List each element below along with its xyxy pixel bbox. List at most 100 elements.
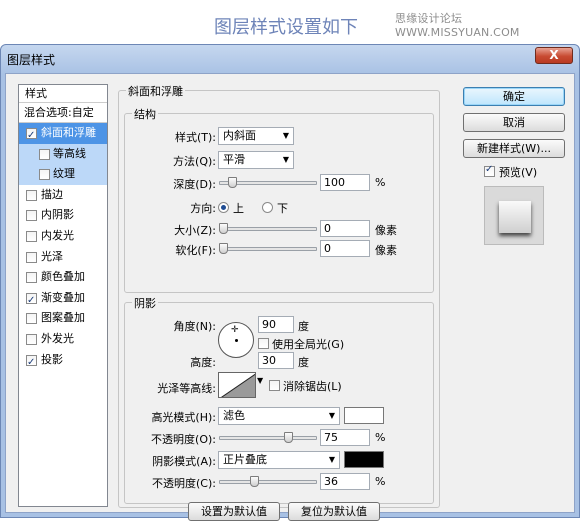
- altitude-label: 高度:: [190, 356, 216, 369]
- chevron-down-icon: ▼: [328, 411, 335, 420]
- style-item[interactable]: 内阴影: [19, 205, 107, 226]
- soften-slider[interactable]: [219, 243, 317, 254]
- contour-dropdown-icon[interactable]: ▼: [257, 376, 263, 385]
- gloss-contour-picker[interactable]: [218, 372, 256, 398]
- shadow-color-swatch[interactable]: [344, 451, 384, 468]
- highlight-opacity-label: 不透明度(O):: [151, 433, 216, 446]
- style-item[interactable]: 内发光: [19, 226, 107, 247]
- dialog-body: 样式 混合选项:自定 斜面和浮雕等高线纹理描边内阴影内发光光泽颜色叠加渐变叠加图…: [5, 73, 575, 521]
- cancel-button[interactable]: 取消: [463, 113, 565, 132]
- structure-title: 结构: [132, 106, 158, 122]
- shadow-opacity-slider[interactable]: [219, 476, 317, 487]
- gloss-contour-label: 光泽等高线:: [157, 382, 216, 395]
- style-item[interactable]: 等高线: [19, 143, 107, 165]
- altitude-input[interactable]: 30: [258, 352, 294, 369]
- styles-list: 样式 混合选项:自定 斜面和浮雕等高线纹理描边内阴影内发光光泽颜色叠加渐变叠加图…: [18, 84, 108, 507]
- style-select[interactable]: 内斜面 ▼: [218, 127, 294, 145]
- blend-options-item[interactable]: 混合选项:自定: [19, 103, 107, 123]
- preview-checkbox[interactable]: [484, 164, 495, 177]
- angle-dial-center: [235, 339, 238, 342]
- style-item-checkbox[interactable]: [26, 313, 37, 325]
- size-input[interactable]: 0: [320, 220, 370, 237]
- style-item[interactable]: 渐变叠加: [19, 288, 107, 311]
- style-item-label: 纹理: [53, 167, 75, 181]
- shadow-opacity-unit: %: [375, 475, 386, 488]
- global-light-label: 使用全局光(G): [272, 338, 345, 351]
- style-item-checkbox[interactable]: [26, 210, 37, 222]
- style-item-label: 外发光: [41, 331, 74, 345]
- style-item-checkbox[interactable]: [26, 189, 37, 201]
- style-item[interactable]: 外发光: [19, 329, 107, 350]
- style-item-checkbox[interactable]: [26, 333, 37, 345]
- highlight-mode-value: 滤色: [223, 409, 245, 422]
- altitude-unit: 度: [298, 356, 309, 369]
- depth-slider[interactable]: [219, 177, 317, 188]
- style-item-checkbox[interactable]: [39, 169, 50, 181]
- chevron-down-icon: ▼: [328, 455, 335, 464]
- shadow-opacity-thumb[interactable]: [250, 476, 260, 487]
- style-item-checkbox[interactable]: [39, 148, 50, 160]
- style-item-checkbox[interactable]: [26, 126, 37, 146]
- soften-input[interactable]: 0: [320, 240, 370, 257]
- preview-square: [499, 201, 531, 233]
- make-default-button[interactable]: 设置为默认值: [188, 502, 280, 521]
- global-light-checkbox[interactable]: [258, 338, 269, 349]
- style-item-checkbox[interactable]: [26, 230, 37, 242]
- angle-input[interactable]: 90: [258, 316, 294, 333]
- soften-label: 软化(F):: [175, 244, 216, 257]
- direction-down-radio[interactable]: [262, 202, 273, 213]
- soften-slider-thumb[interactable]: [219, 243, 228, 254]
- direction-up-label: 上: [233, 202, 244, 215]
- anti-alias-checkbox[interactable]: [269, 380, 280, 391]
- soften-unit: 像素: [375, 244, 397, 257]
- close-button[interactable]: X: [535, 47, 573, 64]
- highlight-opacity-slider[interactable]: [219, 432, 317, 443]
- banner-title: 图层样式设置如下: [214, 17, 358, 38]
- shadow-opacity-input[interactable]: 36: [320, 473, 370, 490]
- highlight-mode-select[interactable]: 滤色 ▼: [218, 407, 340, 425]
- technique-label: 方法(Q):: [173, 155, 216, 168]
- style-item[interactable]: 纹理: [19, 164, 107, 185]
- style-item[interactable]: 颜色叠加: [19, 267, 107, 288]
- style-item[interactable]: 斜面和浮雕: [19, 123, 107, 146]
- size-slider[interactable]: [219, 223, 317, 234]
- shadow-mode-select[interactable]: 正片叠底 ▼: [218, 451, 340, 469]
- depth-unit: %: [375, 176, 386, 189]
- highlight-color-swatch[interactable]: [344, 407, 384, 424]
- technique-select-value: 平滑: [223, 153, 245, 166]
- chevron-down-icon: ▼: [282, 131, 289, 140]
- style-item-checkbox[interactable]: [26, 251, 37, 263]
- style-item[interactable]: 图案叠加: [19, 308, 107, 329]
- style-item-checkbox[interactable]: [26, 291, 37, 311]
- styles-header[interactable]: 样式: [19, 85, 107, 103]
- style-item-label: 等高线: [53, 146, 86, 160]
- style-item-label: 内阴影: [41, 208, 74, 222]
- ok-button[interactable]: 确定: [463, 87, 565, 106]
- angle-dial[interactable]: ✛: [218, 322, 254, 358]
- size-label: 大小(Z):: [174, 224, 216, 237]
- angle-label: 角度(N):: [173, 320, 216, 333]
- shadow-mode-value: 正片叠底: [223, 453, 267, 466]
- highlight-opacity-thumb[interactable]: [284, 432, 294, 443]
- style-item[interactable]: 描边: [19, 185, 107, 206]
- style-item-checkbox[interactable]: [26, 272, 37, 284]
- depth-slider-thumb[interactable]: [227, 177, 237, 188]
- style-item-label: 投影: [41, 352, 63, 366]
- direction-down-label: 下: [277, 202, 288, 215]
- reset-default-button[interactable]: 复位为默认值: [288, 502, 380, 521]
- chevron-down-icon: ▼: [282, 155, 289, 164]
- style-item[interactable]: 投影: [19, 350, 107, 373]
- anti-alias-label: 消除锯齿(L): [283, 380, 342, 393]
- depth-input[interactable]: 100: [320, 174, 370, 191]
- style-item[interactable]: 光泽: [19, 247, 107, 268]
- size-slider-thumb[interactable]: [219, 223, 228, 234]
- highlight-mode-label: 高光模式(H):: [151, 411, 216, 424]
- contour-curve-icon: [221, 373, 255, 397]
- direction-up-radio[interactable]: [218, 202, 229, 213]
- bevel-emboss-title: 斜面和浮雕: [126, 83, 185, 99]
- preview-label: 预览(V): [499, 166, 538, 179]
- style-item-checkbox[interactable]: [26, 353, 37, 373]
- technique-select[interactable]: 平滑 ▼: [218, 151, 294, 169]
- highlight-opacity-input[interactable]: 75: [320, 429, 370, 446]
- new-style-button[interactable]: 新建样式(W)...: [463, 139, 565, 158]
